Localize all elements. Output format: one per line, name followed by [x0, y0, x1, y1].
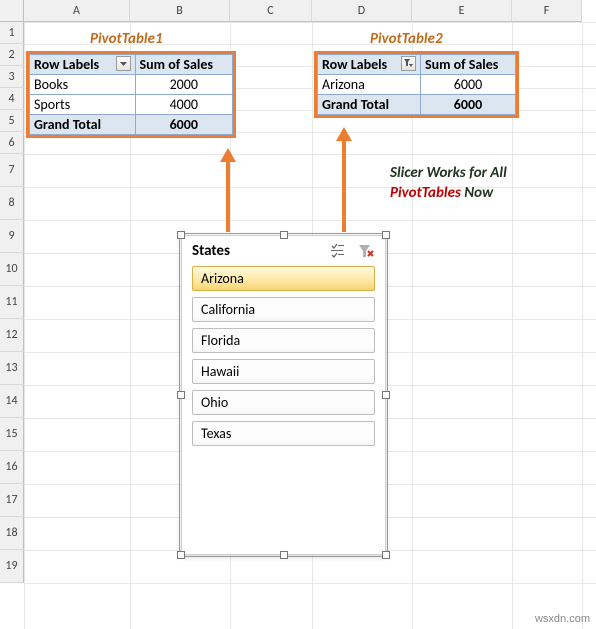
- table-row[interactable]: Sports4000: [30, 95, 233, 115]
- slicer-item-california[interactable]: California: [192, 297, 375, 322]
- row-header-8[interactable]: 8: [0, 187, 24, 220]
- row-header-6[interactable]: 6: [0, 132, 24, 154]
- row-header-3[interactable]: 3: [0, 66, 24, 88]
- row-header-4[interactable]: 4: [0, 88, 24, 110]
- slicer-panel[interactable]: States Arizona California Florida Hawaii Ohi…: [181, 235, 386, 555]
- column-header-B[interactable]: B: [130, 0, 230, 22]
- watermark: wsxdn.com: [535, 613, 590, 625]
- table-row[interactable]: Arizona6000: [318, 75, 516, 95]
- row-header-13[interactable]: 13: [0, 352, 24, 385]
- pivot1-col1-header: Row Labels: [30, 55, 136, 75]
- row-header-10[interactable]: 10: [0, 253, 24, 286]
- row-header-5[interactable]: 5: [0, 110, 24, 132]
- row-header-11[interactable]: 11: [0, 286, 24, 319]
- pivot2-col1-header: Row Labels: [318, 55, 421, 75]
- pivot1-title: PivotTable1: [90, 30, 163, 48]
- row-header-7[interactable]: 7: [0, 154, 24, 187]
- filter-active-dropdown-icon[interactable]: [401, 56, 416, 71]
- row-header-1[interactable]: 1: [0, 22, 24, 44]
- slicer-item-florida[interactable]: Florida: [192, 328, 375, 353]
- annotation-text: Slicer Works for All PivotTables Now: [390, 164, 507, 203]
- multi-select-icon[interactable]: [329, 242, 347, 260]
- pivot2-title: PivotTable2: [370, 30, 443, 48]
- column-header-D[interactable]: D: [312, 0, 412, 22]
- row-header-9[interactable]: 9: [0, 220, 24, 253]
- row-header-14[interactable]: 14: [0, 385, 24, 418]
- slicer-item-texas[interactable]: Texas: [192, 421, 375, 446]
- row-header-gutter: [0, 0, 24, 22]
- clear-filter-icon[interactable]: [357, 242, 375, 260]
- pivot-table-1[interactable]: Row Labels Sum of Sales Books2000Sports4…: [26, 51, 236, 138]
- column-headers: ABCDEF: [24, 0, 582, 22]
- filter-dropdown-icon[interactable]: [116, 56, 131, 71]
- row-header-18[interactable]: 18: [0, 517, 24, 550]
- row-header-19[interactable]: 19: [0, 550, 24, 583]
- pivot1-col2-header: Sum of Sales: [135, 55, 232, 75]
- table-row[interactable]: Books2000: [30, 75, 233, 95]
- slicer-item-ohio[interactable]: Ohio: [192, 390, 375, 415]
- row-header-2[interactable]: 2: [0, 44, 24, 66]
- pivot-table-2[interactable]: Row Labels Sum of Sales Arizona6000Grand…: [314, 51, 519, 118]
- row-header-12[interactable]: 12: [0, 319, 24, 352]
- grand-total-row[interactable]: Grand Total6000: [318, 95, 516, 115]
- slicer-title: States: [192, 242, 230, 260]
- column-header-A[interactable]: A: [24, 0, 130, 22]
- slicer-item-hawaii[interactable]: Hawaii: [192, 359, 375, 384]
- grand-total-row[interactable]: Grand Total6000: [30, 115, 233, 135]
- row-header-17[interactable]: 17: [0, 484, 24, 517]
- slicer-item-arizona[interactable]: Arizona: [192, 266, 375, 291]
- select-all-corner[interactable]: [0, 0, 24, 22]
- column-header-F[interactable]: F: [512, 0, 582, 22]
- row-header-16[interactable]: 16: [0, 451, 24, 484]
- pivot2-col2-header: Sum of Sales: [420, 55, 515, 75]
- column-header-E[interactable]: E: [412, 0, 512, 22]
- column-header-C[interactable]: C: [230, 0, 312, 22]
- row-header-15[interactable]: 15: [0, 418, 24, 451]
